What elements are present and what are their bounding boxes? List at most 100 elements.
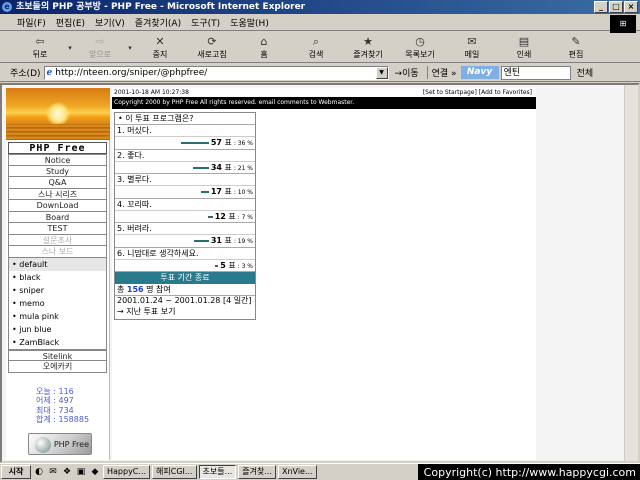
- toolbar-label: 앞으로: [88, 49, 112, 59]
- navy-search-input[interactable]: 엔틴: [500, 65, 571, 80]
- sidebar-link[interactable]: DownLoad: [8, 200, 107, 212]
- address-input[interactable]: ℯ http://nteen.org/sniper/@phpfree/ ▼: [43, 65, 389, 80]
- left-sidebar: PHP Free Notice Study Q&A 스나 시리즈 DownLoad Boa…: [6, 88, 110, 460]
- menu-edit[interactable]: 편집(E): [51, 16, 90, 29]
- startpage-favorites-links[interactable]: [Set to Startpage] [Add to Favorites]: [423, 88, 532, 97]
- ie-logo-icon: e: [2, 2, 12, 12]
- taskbar-task-button[interactable]: HappyC...: [103, 465, 151, 479]
- sidebar-link-gray[interactable]: 스나 보드: [8, 246, 107, 258]
- sidebar-link[interactable]: 스나 시리즈: [8, 188, 107, 200]
- stat-line: 합계 : 158885: [36, 415, 90, 424]
- window-title: 초보들의 PHP 공부방 - PHP Free - Microsoft Inte…: [16, 2, 306, 12]
- dropdown-arrow-icon[interactable]: ▾: [126, 44, 134, 52]
- poll-option-result: 17 표 : 10 %: [115, 186, 255, 199]
- toolbar-edit-button[interactable]: ✎ 편집: [550, 34, 602, 62]
- sidebar-link[interactable]: TEST: [8, 223, 107, 235]
- taskbar-task-button[interactable]: 해피CGI...: [152, 465, 197, 479]
- poll-option-label: 1. 머싰다.: [115, 125, 255, 137]
- menu-help[interactable]: 도움말(H): [225, 16, 274, 29]
- toolbar-mail-button[interactable]: ✉ 메일: [446, 34, 498, 62]
- main-area: 2001-10-18 AM 10:27:38 [Set to Startpage…: [112, 88, 536, 460]
- vote-unit: 표: [225, 211, 236, 221]
- skin-list: • default • black • sniper • memo • mula pin…: [8, 257, 107, 350]
- skin-item[interactable]: • black: [9, 271, 106, 284]
- quicklaunch-icon[interactable]: ✉: [47, 466, 59, 478]
- start-button[interactable]: 시작: [1, 465, 31, 479]
- menu-favorites[interactable]: 즐겨찾기(A): [130, 16, 186, 29]
- sidebar-link[interactable]: Notice: [8, 154, 107, 166]
- poll-option-count: 31 표 : 19 %: [211, 235, 253, 248]
- toolbar-forward-arrow-button[interactable]: ⇨ 앞으로: [74, 34, 126, 62]
- toolbar-label: 목록보기: [405, 49, 435, 59]
- address-bar: 주소(D) ℯ http://nteen.org/sniper/@phpfree…: [0, 64, 640, 82]
- dropdown-arrow-icon[interactable]: ▾: [66, 44, 74, 52]
- toolbar-refresh-button[interactable]: ⟳ 새로고침: [186, 34, 238, 62]
- poll-option-result: 57 표 : 36 %: [115, 137, 255, 150]
- poll-option-count: 34 표 : 21 %: [211, 162, 253, 175]
- taskbar-task-button[interactable]: 즐겨찾...: [238, 465, 276, 479]
- maximize-button[interactable]: □: [609, 1, 623, 13]
- toolbar: ⇦ 뒤로 ▾ ⇨ 앞으로 ▾ ✕ 중지 ⟳ 새로고침 ⌂ 홈 ⌕ 검색 ★ 즐겨찾기 ◷ 목록보기 ✉ 메일 ▤ 인쇄 ✎ 편…: [0, 33, 640, 63]
- skin-item[interactable]: • sniper: [9, 284, 106, 297]
- go-button[interactable]: →이동: [395, 66, 419, 79]
- sidebar-link[interactable]: Board: [8, 211, 107, 223]
- sidebar-link[interactable]: Sitelink: [8, 349, 107, 361]
- stat-line: 최대 : 734: [36, 405, 74, 415]
- quicklaunch-icon[interactable]: ◐: [33, 466, 45, 478]
- toolbar-print-button[interactable]: ▤ 인쇄: [498, 34, 550, 62]
- vote-percent: : 3 %: [235, 262, 253, 270]
- toolbar-favorites-button[interactable]: ★ 즐겨찾기: [342, 34, 394, 62]
- poll-option-result: 31 표 : 19 %: [115, 235, 255, 248]
- search-scope[interactable]: 전체: [577, 66, 594, 79]
- poll-box: • 이 투표 프로그램은? 1. 머싰다. 57 표 : 36 % 2. 좋다. 34…: [114, 112, 256, 320]
- taskbar-task-button[interactable]: XnVie...: [277, 465, 317, 479]
- disc-icon: [35, 437, 51, 453]
- menu-bar: 파일(F) 편집(E) 보기(V) 즐겨찾기(A) 도구(T) 도움말(H): [0, 14, 640, 31]
- toolbar-stop-button[interactable]: ✕ 중지: [134, 34, 186, 62]
- toolbar-home-button[interactable]: ⌂ 홈: [238, 34, 290, 62]
- sidebar-link-gray[interactable]: 설문조사: [8, 234, 107, 246]
- visitor-stats: 오늘 : 116 어제 : 497 최대 : 734 합계 : 158885: [6, 387, 109, 425]
- toolbar-label: 즐겨찾기: [353, 49, 383, 59]
- menu-view[interactable]: 보기(V): [90, 16, 130, 29]
- quicklaunch-icon[interactable]: ❖: [61, 466, 73, 478]
- skin-item[interactable]: • default: [9, 257, 106, 271]
- bottom-menu: Sitelink 오에카키: [6, 349, 109, 373]
- poll-option-label: 5. 버려라.: [115, 223, 255, 235]
- skin-item[interactable]: • jun blue: [9, 323, 106, 336]
- php-free-badge[interactable]: PHP Free: [28, 433, 92, 455]
- taskbar-task-button[interactable]: 초보들...: [198, 465, 237, 479]
- close-button[interactable]: ×: [624, 1, 638, 13]
- poll-options: 1. 머싰다. 57 표 : 36 % 2. 좋다. 34 표 : 21 % 3. 별루…: [115, 125, 255, 272]
- navy-logo[interactable]: Navy: [460, 66, 499, 79]
- poll-period: 2001.01.24 ~ 2001.01.28 [4 일간]: [117, 296, 252, 305]
- menu-tools[interactable]: 도구(T): [186, 16, 225, 29]
- vote-unit: 표: [225, 260, 236, 270]
- menu-file[interactable]: 파일(F): [12, 16, 51, 29]
- toolbar-search-button[interactable]: ⌕ 검색: [290, 34, 342, 62]
- poll-option-label: 4. 꼬리따.: [115, 199, 255, 211]
- vote-count: 17: [210, 187, 222, 196]
- main-menu: Notice Study Q&A 스나 시리즈 DownLoad Board TEST: [6, 154, 109, 235]
- poll-total: 총 156 명 참여: [115, 284, 255, 296]
- toolbar-back-arrow-button[interactable]: ⇦ 뒤로: [14, 34, 66, 62]
- vote-unit: 표: [222, 187, 232, 196]
- past-polls-link[interactable]: → 지난 투표 보기: [115, 306, 255, 319]
- skin-item[interactable]: • ZamBlack: [9, 336, 106, 349]
- sidebar-link[interactable]: Study: [8, 165, 107, 177]
- chevron-down-icon[interactable]: ▼: [375, 66, 388, 79]
- vote-count: 12: [214, 211, 226, 221]
- toolbar-history-button[interactable]: ◷ 목록보기: [394, 34, 446, 62]
- sidebar-link[interactable]: Q&A: [8, 177, 107, 189]
- skin-item[interactable]: • memo: [9, 297, 106, 310]
- title-bar: e 초보들의 PHP 공부방 - PHP Free - Microsoft In…: [0, 0, 640, 14]
- sidebar-link[interactable]: 오에카키: [8, 361, 107, 373]
- page-scrollbar[interactable]: [624, 85, 638, 461]
- minimize-button[interactable]: _: [594, 1, 608, 13]
- quicklaunch-icon[interactable]: ▣: [75, 466, 87, 478]
- vote-percent: : 21 %: [231, 164, 253, 172]
- poll-bar: [201, 191, 209, 193]
- skin-item[interactable]: • mula pink: [9, 310, 106, 323]
- quicklaunch-icon[interactable]: ◆: [89, 466, 101, 478]
- links-button[interactable]: 연결 »: [426, 66, 457, 79]
